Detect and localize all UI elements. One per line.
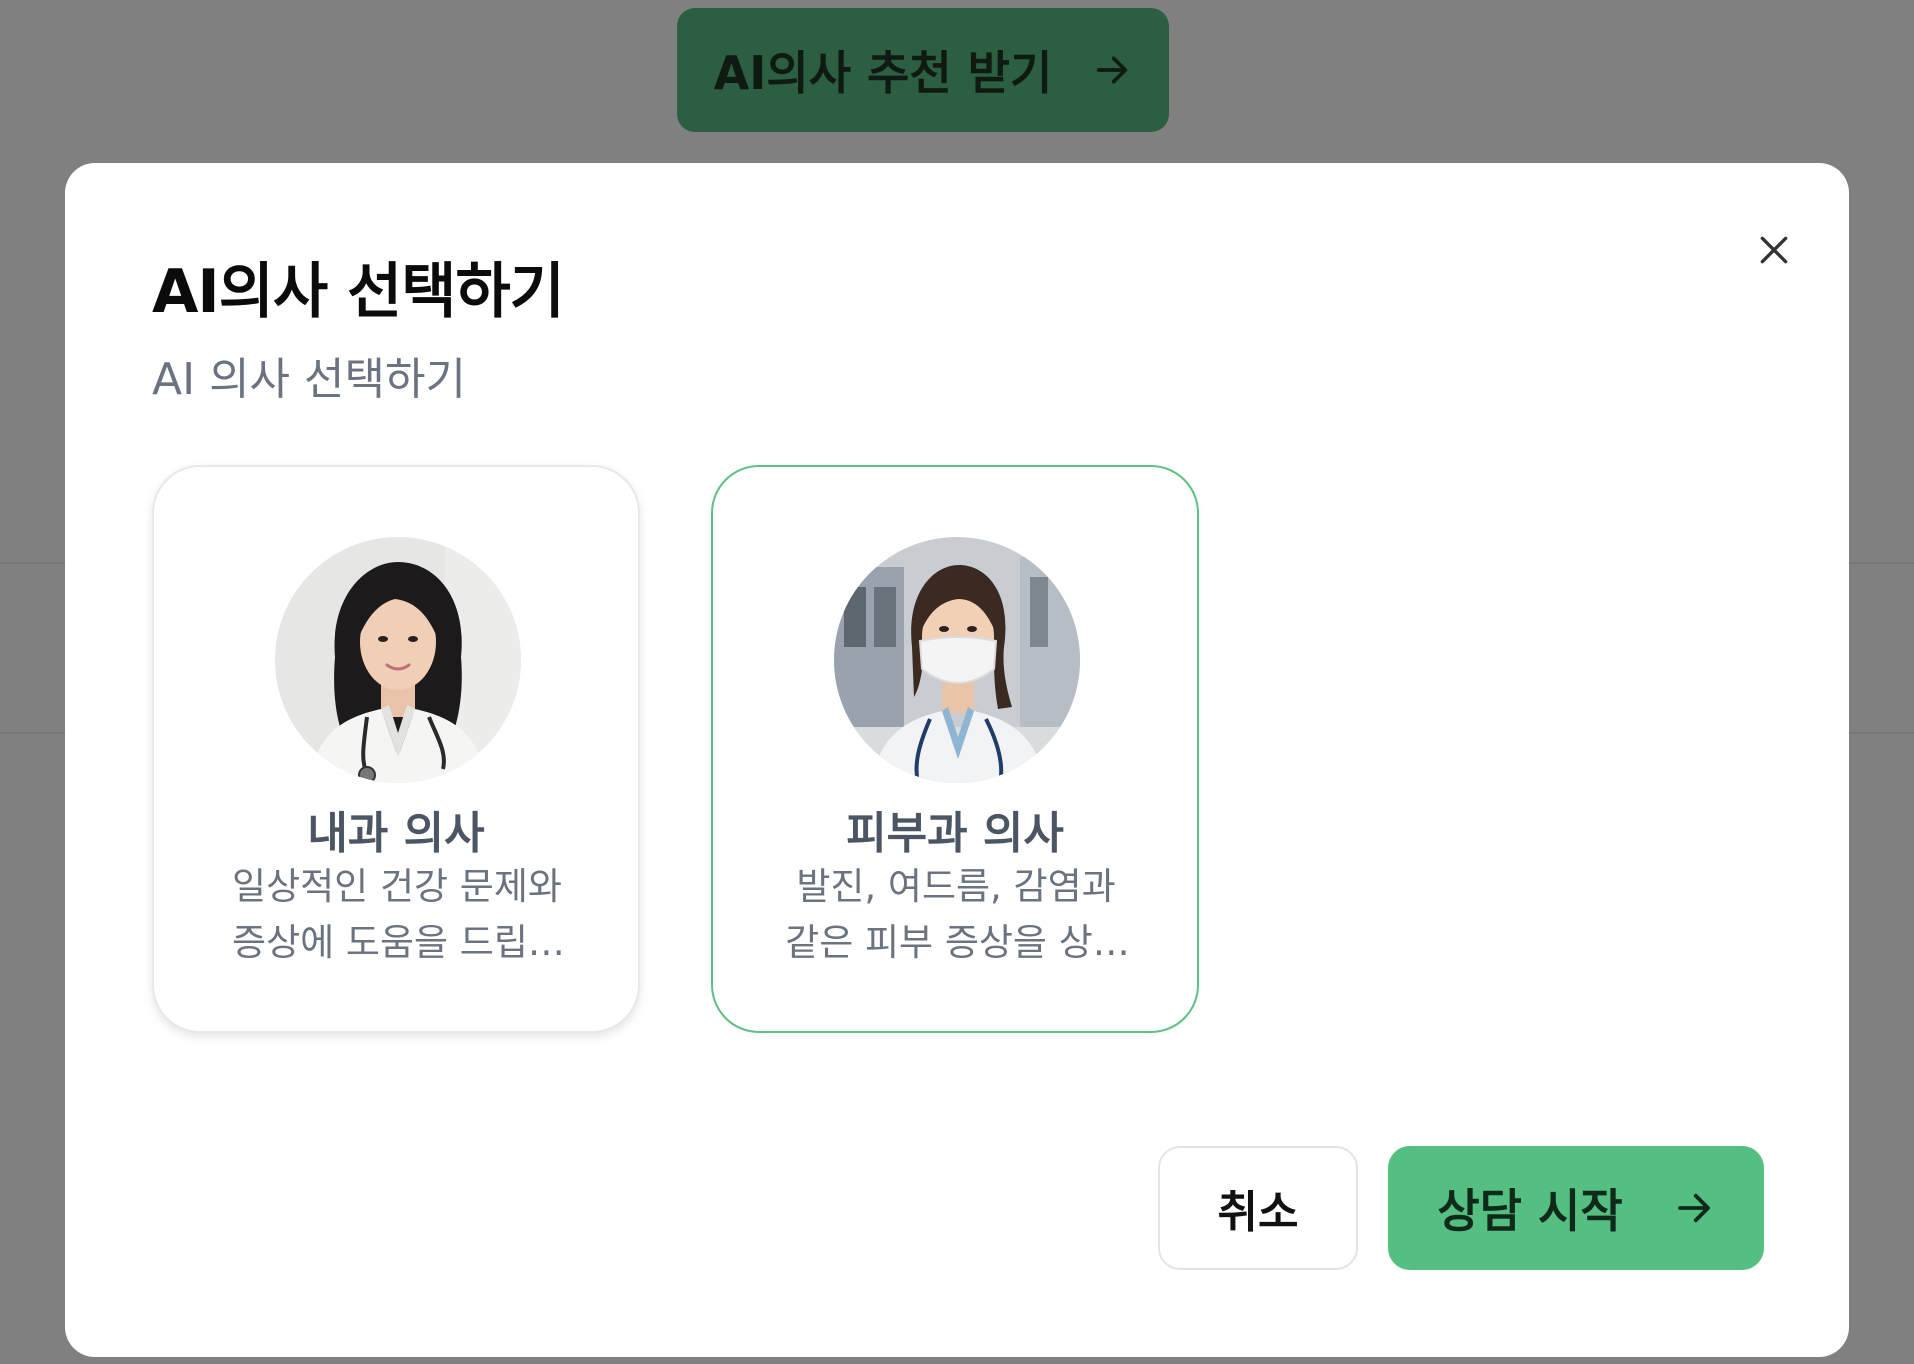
doctor-card-dermatology[interactable]: 피부과 의사 발진, 여드름, 감염과 같은 피부 증상을 상담합니다 — [711, 465, 1199, 1033]
doctor-avatar — [834, 537, 1080, 783]
cancel-button[interactable]: 취소 — [1158, 1146, 1358, 1270]
modal-subtitle: AI 의사 선택하기 — [152, 354, 466, 405]
arrow-right-icon — [1673, 1187, 1715, 1229]
doctor-select-modal: AI의사 선택하기 AI 의사 선택하기 내과 의사 일상적인 건강 문제와 증… — [65, 163, 1849, 1357]
recommend-doctor-button[interactable]: AI의사 추천 받기 — [677, 8, 1169, 132]
modal-title: AI의사 선택하기 — [152, 257, 565, 327]
start-consultation-label: 상담 시작 — [1437, 1184, 1623, 1238]
recommend-doctor-label: AI의사 추천 받기 — [713, 46, 1053, 100]
close-icon[interactable] — [1748, 224, 1800, 276]
doctor-card-internal-medicine[interactable]: 내과 의사 일상적인 건강 문제와 증상에 도움을 드립니다 — [152, 465, 640, 1033]
doctor-description: 발진, 여드름, 감염과 같은 피부 증상을 상담합니다 — [785, 865, 1127, 964]
doctor-name: 피부과 의사 — [846, 808, 1064, 859]
arrow-right-icon — [1092, 50, 1132, 90]
start-consultation-button[interactable]: 상담 시작 — [1388, 1146, 1764, 1270]
doctor-description: 일상적인 건강 문제와 증상에 도움을 드립니다 — [232, 865, 562, 964]
doctor-name: 내과 의사 — [307, 808, 485, 859]
doctor-avatar — [275, 537, 521, 783]
